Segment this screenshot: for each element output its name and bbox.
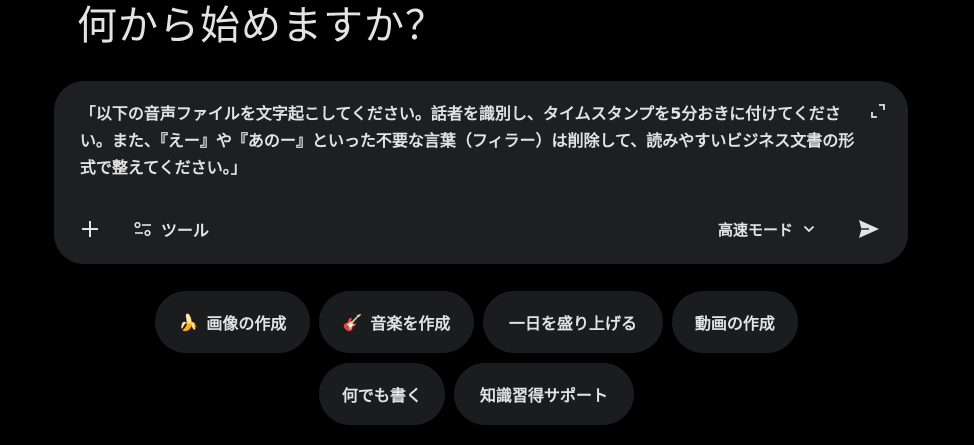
chip-write-anything[interactable]: 何でも書く: [319, 363, 445, 425]
app-page: 何から始めますか？ 「以下の音声ファイルを文字起こしてください。話者を識別し、タ…: [0, 0, 974, 445]
prompt-input[interactable]: 「以下の音声ファイルを文字起こしてください。話者を識別し、タイムスタンプを5分お…: [80, 100, 870, 181]
chip-label: 動画の作成: [694, 314, 775, 333]
chip-label: 画像の作成: [206, 314, 287, 333]
mode-selector[interactable]: 高速モード: [710, 213, 823, 245]
prompt-composer[interactable]: 「以下の音声ファイルを文字起こしてください。話者を識別し、タイムスタンプを5分お…: [54, 81, 908, 264]
guitar-icon: 🎸: [342, 312, 363, 332]
add-button[interactable]: [74, 213, 106, 245]
chevron-down-icon: [803, 225, 815, 233]
page-title: 何から始めますか？: [77, 3, 446, 49]
expand-button[interactable]: [870, 103, 886, 119]
composer-toolbar: ツール 高速モード: [54, 209, 908, 249]
mode-label: 高速モード: [718, 220, 794, 239]
chip-label: 知識習得サポート: [479, 386, 608, 405]
plus-icon: [82, 221, 98, 237]
expand-icon: [871, 104, 885, 118]
tools-label: ツール: [161, 221, 210, 240]
chip-brighten-day[interactable]: 一日を盛り上げる: [483, 291, 663, 353]
tune-icon: [134, 221, 151, 237]
chip-create-video[interactable]: 動画の作成: [672, 291, 798, 353]
tools-button[interactable]: ツール: [126, 213, 217, 245]
chip-learning-support[interactable]: 知識習得サポート: [454, 363, 634, 425]
banana-icon: 🍌: [178, 312, 199, 332]
send-icon: [859, 220, 879, 238]
chip-label: 一日を盛り上げる: [508, 314, 637, 333]
chip-create-music[interactable]: 🎸 音楽を作成: [319, 291, 474, 353]
chip-label: 何でも書く: [341, 386, 422, 405]
send-button[interactable]: [851, 211, 887, 247]
chip-label: 音楽を作成: [370, 314, 451, 333]
chip-create-image[interactable]: 🍌 画像の作成: [155, 291, 310, 353]
